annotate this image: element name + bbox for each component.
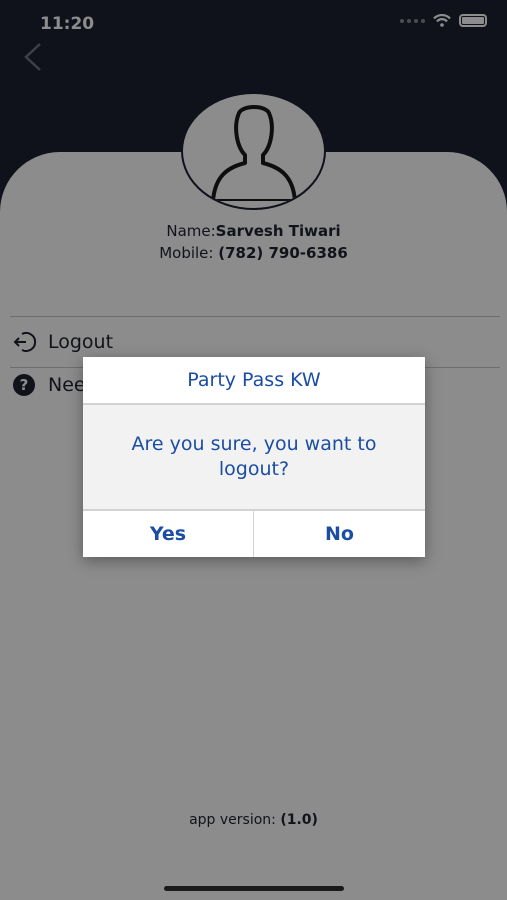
dialog-message: Are you sure, you want to logout? xyxy=(131,433,377,480)
dialog-title: Party Pass KW xyxy=(83,357,425,405)
logout-confirm-dialog: Party Pass KW Are you sure, you want to … xyxy=(83,357,425,557)
yes-button[interactable]: Yes xyxy=(83,509,254,557)
no-button[interactable]: No xyxy=(254,509,425,557)
home-indicator xyxy=(164,886,344,891)
